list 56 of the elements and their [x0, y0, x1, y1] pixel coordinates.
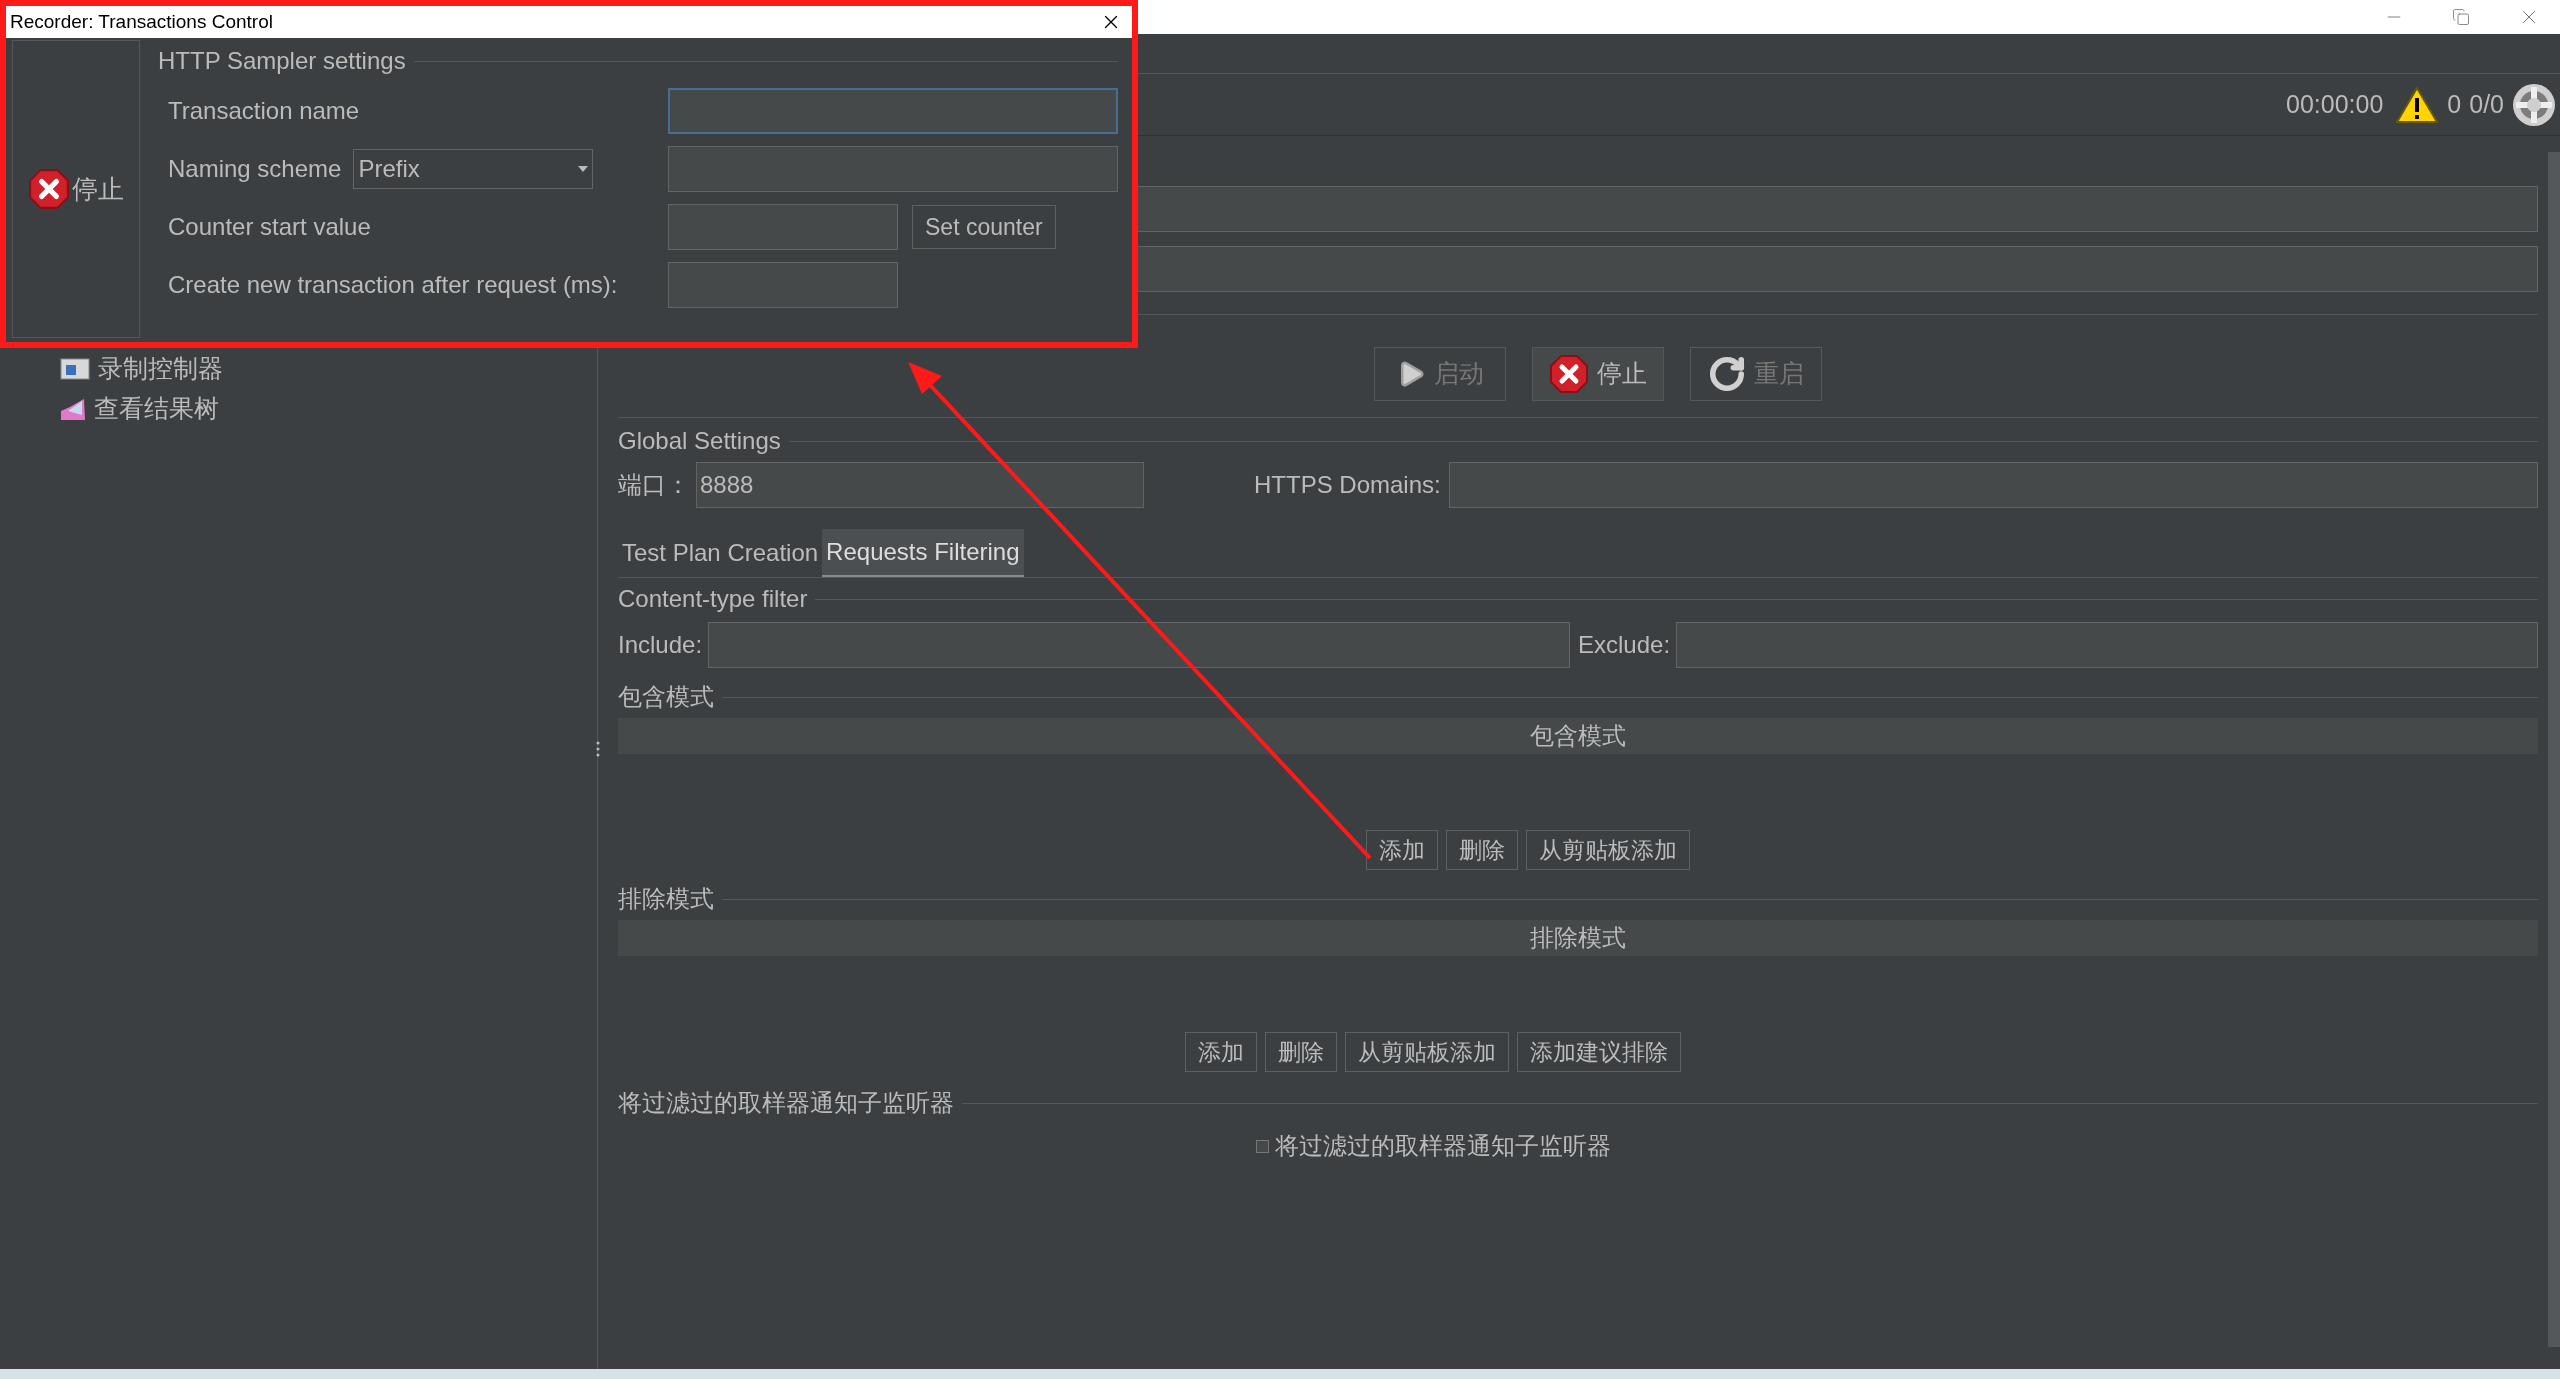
- action-button[interactable]: Set counter: [912, 205, 1056, 249]
- field-label: Naming scheme: [168, 154, 342, 184]
- tree-item[interactable]: 查看结果树: [60, 389, 597, 429]
- checkbox[interactable]: [1255, 1139, 1269, 1153]
- scrollbar[interactable]: [2548, 152, 2560, 1347]
- stop-button[interactable]: 停止: [12, 40, 140, 338]
- table-header: 排除模式: [618, 920, 2538, 956]
- section-legend: 包含模式: [618, 679, 714, 715]
- input-field[interactable]: [668, 146, 1118, 192]
- exclude-label: Exclude:: [1578, 630, 1671, 660]
- action-button[interactable]: 添加: [1185, 1032, 1257, 1072]
- section-legend: 将过滤过的取样器通知子监听器: [618, 1085, 954, 1121]
- input-field[interactable]: [1448, 462, 2538, 508]
- section-legend: 排除模式: [618, 881, 714, 917]
- action-button[interactable]: 删除: [1265, 1032, 1337, 1072]
- field-label: Transaction name: [168, 96, 360, 126]
- recorder-icon: [60, 357, 90, 381]
- dialog-title: Recorder: Transactions Control: [10, 9, 273, 34]
- warning-icon[interactable]: [2395, 85, 2440, 124]
- input-field[interactable]: 8888: [696, 462, 1144, 508]
- action-button[interactable]: 删除: [1446, 830, 1518, 870]
- checkbox-label: 将过滤过的取样器通知子监听器: [1274, 1131, 1611, 1161]
- stop-icon: [1549, 354, 1589, 394]
- stop-icon: [28, 168, 70, 210]
- naming-scheme-dropdown[interactable]: Prefix: [353, 149, 594, 189]
- error-count: 0: [2447, 88, 2462, 120]
- action-button[interactable]: 从剪贴板添加: [1345, 1032, 1509, 1072]
- tab[interactable]: Requests Filtering: [822, 529, 1024, 577]
- restore-icon[interactable]: [2452, 8, 2470, 26]
- https-domains-label: HTTPS Domains:: [1254, 470, 1441, 500]
- chart-icon: [60, 397, 86, 421]
- input-field[interactable]: [1676, 622, 2538, 668]
- section-legend: Global Settings: [618, 423, 781, 459]
- include-label: Include:: [618, 630, 703, 660]
- section-legend: HTTP Sampler settings: [158, 43, 406, 79]
- input-field[interactable]: [668, 204, 898, 250]
- field-label: Create new transaction after request (ms):: [168, 270, 618, 300]
- tree-item[interactable]: 录制控制器: [60, 349, 597, 389]
- caret-icon: [578, 166, 589, 172]
- field-label: Counter start value: [168, 212, 371, 242]
- action-button[interactable]: 添加: [1366, 830, 1438, 870]
- recorder-button[interactable]: 停止: [1532, 347, 1664, 401]
- input-field[interactable]: [668, 88, 1118, 134]
- tab[interactable]: Test Plan Creation: [618, 529, 823, 577]
- port-label: 端口：: [618, 470, 690, 500]
- input-field[interactable]: [708, 622, 1570, 668]
- action-button[interactable]: 添加建议排除: [1517, 1032, 1681, 1072]
- action-button[interactable]: 从剪贴板添加: [1526, 830, 1690, 870]
- section-legend: Content-type filter: [618, 581, 808, 617]
- restart-icon: [1708, 355, 1746, 393]
- thread-count: 0/0: [2469, 88, 2504, 120]
- splitter-grip-icon[interactable]: [596, 741, 600, 757]
- elapsed-timer: 00:00:00: [2286, 88, 2384, 120]
- input-field[interactable]: [668, 262, 898, 308]
- table-header: 包含模式: [618, 718, 2538, 754]
- port-value: 8888: [700, 470, 754, 500]
